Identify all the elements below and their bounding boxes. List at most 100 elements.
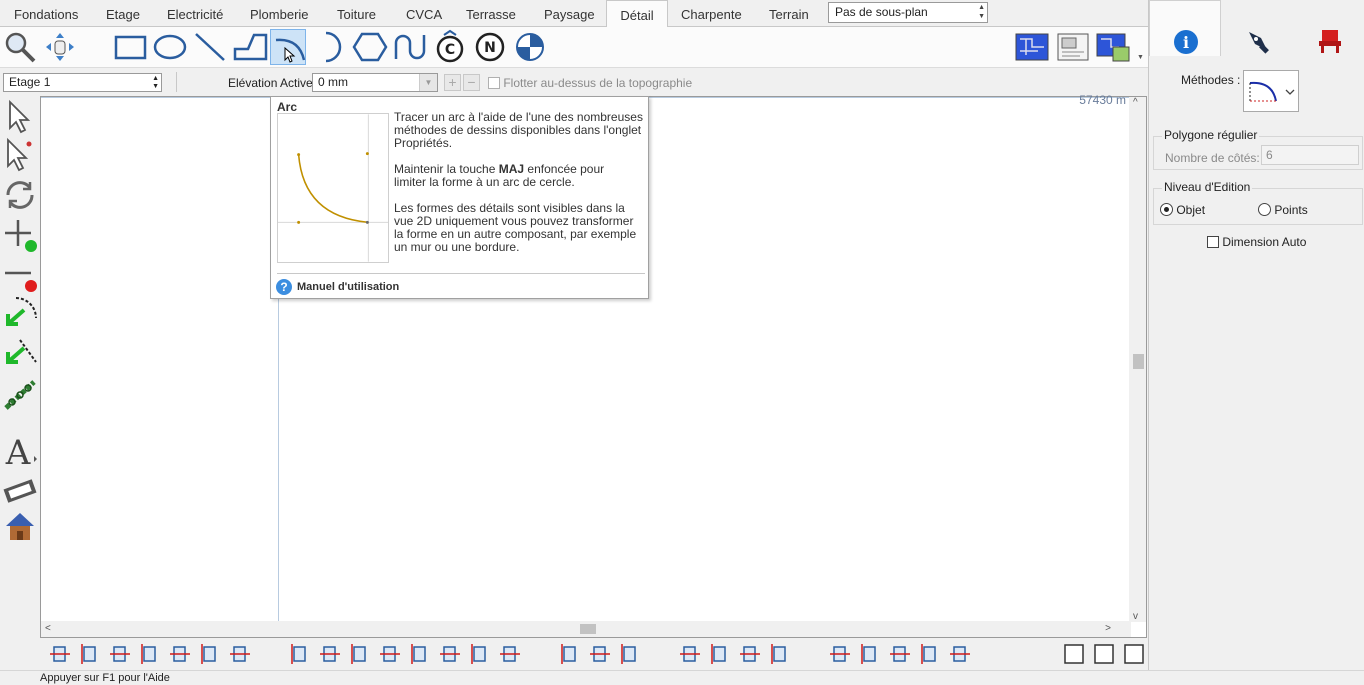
space-v-icon[interactable]: [498, 642, 522, 666]
tab-electricite[interactable]: Electricité: [165, 0, 225, 27]
align-left-icon[interactable]: [48, 642, 72, 666]
frame-icon[interactable]: [1062, 642, 1086, 666]
flip-left-icon[interactable]: [858, 642, 882, 666]
minus-button[interactable]: −: [463, 74, 480, 91]
vertical-scrollbar[interactable]: ^ v: [1129, 97, 1146, 622]
remove-point-icon[interactable]: [2, 256, 38, 294]
arc-tool[interactable]: [270, 29, 306, 65]
fit-icon[interactable]: [768, 642, 792, 666]
overflow-chevron-icon[interactable]: ▼: [1137, 54, 1144, 61]
align-vcenter-icon[interactable]: [198, 642, 222, 666]
plus-button[interactable]: +: [444, 74, 461, 91]
float-checkbox[interactable]: [488, 77, 500, 89]
tab-detail[interactable]: Détail: [606, 0, 668, 28]
align-middle-icon[interactable]: [138, 642, 162, 666]
center-both-icon[interactable]: [618, 642, 642, 666]
flip-right-icon[interactable]: [918, 642, 942, 666]
distribute-v-icon[interactable]: [408, 642, 432, 666]
radio-objet[interactable]: Objet: [1160, 203, 1205, 217]
center-h-icon[interactable]: [558, 642, 582, 666]
distribute-hc-icon[interactable]: [318, 642, 342, 666]
half-circle-icon[interactable]: [312, 29, 348, 65]
match-width-icon[interactable]: [708, 642, 732, 666]
tab-cvca[interactable]: CVCA: [404, 0, 444, 27]
space-h-icon[interactable]: [378, 642, 402, 666]
target-icon[interactable]: [512, 29, 548, 65]
tab-charpente[interactable]: Charpente: [679, 0, 744, 27]
flip-top-icon[interactable]: [888, 642, 912, 666]
frame-outer-icon[interactable]: [1122, 642, 1146, 666]
scroll-left-icon[interactable]: <: [45, 623, 51, 634]
tab-pen[interactable]: [1221, 0, 1293, 56]
tab-terrasse[interactable]: Terrasse: [464, 0, 518, 27]
rotate-icon[interactable]: [2, 176, 38, 214]
ellipse-icon[interactable]: [152, 29, 188, 65]
methods-dropdown[interactable]: [1243, 70, 1299, 112]
align-right-icon[interactable]: [108, 642, 132, 666]
match-size-icon[interactable]: [738, 642, 762, 666]
rectangle-icon[interactable]: [112, 29, 148, 65]
tab-chair[interactable]: [1293, 0, 1364, 56]
subplan-select[interactable]: Pas de sous-plan ▲ ▼: [828, 2, 988, 23]
pan-icon[interactable]: [42, 29, 78, 65]
align-bottom-icon[interactable]: [228, 642, 252, 666]
text-icon[interactable]: A: [2, 432, 38, 473]
polyline-icon[interactable]: [232, 29, 268, 65]
select-arrow-icon[interactable]: [2, 98, 38, 136]
zoom-icon[interactable]: [2, 29, 38, 65]
match-height-icon[interactable]: [678, 642, 702, 666]
distribute-vc-icon[interactable]: [438, 642, 462, 666]
scroll-right-icon[interactable]: >: [1105, 623, 1111, 634]
plan-view-icon[interactable]: [1014, 29, 1050, 65]
flip-bottom-icon[interactable]: [948, 642, 972, 666]
tab-terrain[interactable]: Terrain: [767, 0, 811, 27]
line-icon[interactable]: [192, 29, 228, 65]
tab-info[interactable]: i: [1149, 0, 1221, 56]
float-option[interactable]: Flotter au-dessus de la topographie: [488, 76, 692, 90]
u-shape-icon[interactable]: [392, 29, 428, 65]
help-link[interactable]: ? Manuel d'utilisation: [276, 279, 399, 296]
radio-button[interactable]: [1160, 203, 1173, 216]
elevation-label: Elévation Active:: [228, 76, 317, 90]
frame-inner-icon[interactable]: [1092, 642, 1116, 666]
align-top-icon[interactable]: [168, 642, 192, 666]
distribute-vb-icon[interactable]: [468, 642, 492, 666]
break-line-icon[interactable]: [2, 296, 38, 334]
dropdown-arrow-icon[interactable]: ▼: [419, 74, 437, 91]
tab-toiture[interactable]: Toiture: [335, 0, 378, 27]
scroll-thumb[interactable]: [1133, 354, 1144, 369]
options-row: Etage 1 ▲ ▼ Elévation Active: 0 mm ▼ + − …: [0, 67, 1148, 95]
tab-fondations[interactable]: Fondations: [12, 0, 80, 27]
film-icon[interactable]: [2, 470, 38, 508]
tab-paysage[interactable]: Paysage: [542, 0, 597, 27]
floor-select[interactable]: Etage 1 ▲ ▼: [3, 73, 162, 92]
house-icon[interactable]: [2, 508, 38, 546]
north-icon[interactable]: N: [472, 29, 508, 65]
copy-icon[interactable]: [828, 642, 852, 666]
tab-etage[interactable]: Etage: [104, 0, 142, 27]
center-v-icon[interactable]: [588, 642, 612, 666]
layout-view-icon[interactable]: [1055, 29, 1091, 65]
scroll-down-icon[interactable]: v: [1133, 611, 1138, 622]
radio-points[interactable]: Points: [1258, 203, 1308, 217]
scroll-up-icon[interactable]: ^: [1133, 97, 1138, 108]
horizontal-scrollbar[interactable]: < >: [41, 621, 1131, 637]
radio-button[interactable]: [1258, 203, 1271, 216]
distribute-h-icon[interactable]: [288, 642, 312, 666]
auto-dimension-checkbox[interactable]: [1207, 236, 1219, 248]
copyright-icon[interactable]: C: [432, 29, 468, 65]
add-point-icon[interactable]: [2, 216, 38, 254]
select-points-icon[interactable]: [2, 136, 38, 174]
sides-input[interactable]: 6: [1261, 145, 1359, 165]
join-line-icon[interactable]: [2, 336, 38, 374]
tooltip-paragraph: Tracer un arc à l'aide de l'une des nomb…: [394, 110, 643, 150]
scroll-thumb[interactable]: [580, 624, 596, 634]
distribute-hr-icon[interactable]: [348, 642, 372, 666]
align-center-icon[interactable]: [78, 642, 102, 666]
elevation-field[interactable]: 0 mm ▼: [312, 73, 438, 92]
tab-plomberie[interactable]: Plomberie: [248, 0, 311, 27]
hexagon-icon[interactable]: [352, 29, 388, 65]
chain-icon[interactable]: [2, 376, 38, 414]
auto-dimension-option[interactable]: Dimension Auto: [1207, 235, 1306, 249]
image-view-icon[interactable]: [1095, 29, 1131, 65]
